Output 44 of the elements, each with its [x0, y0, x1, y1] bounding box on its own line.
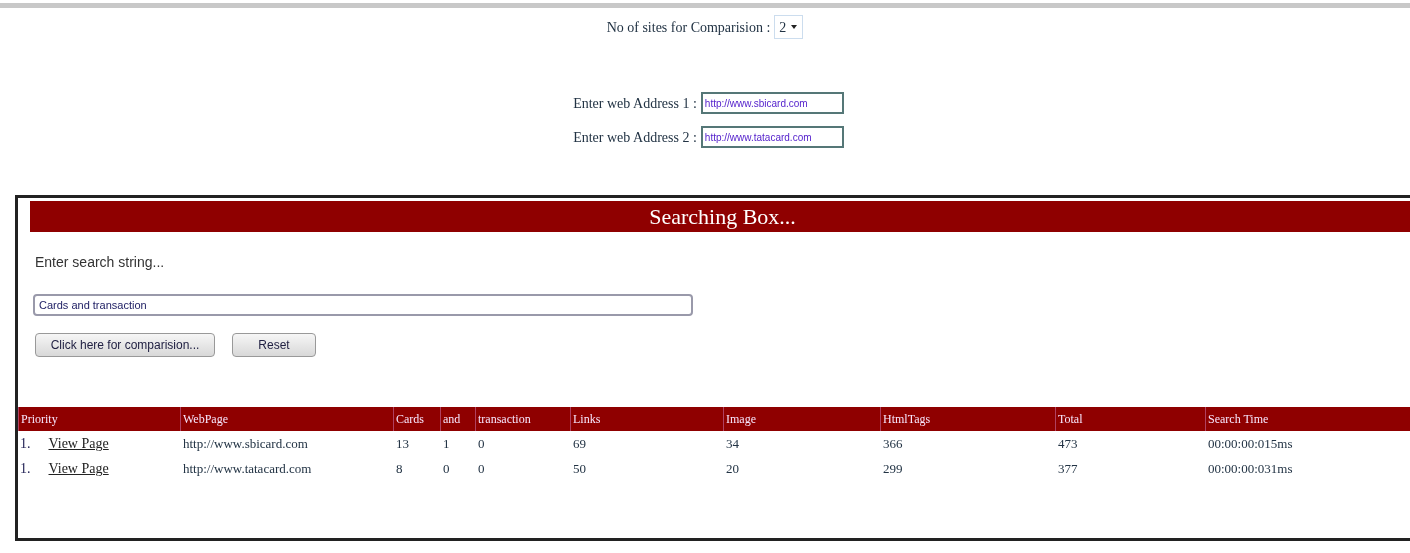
- field-label: Enter web Address 2 :: [573, 128, 697, 147]
- table-cell-text: 0: [477, 459, 486, 478]
- field-label: Enter web Address 1 :: [573, 94, 697, 113]
- table-cell-text: 50: [572, 459, 587, 478]
- view-page-link[interactable]: View Page: [48, 433, 109, 454]
- view-page-link[interactable]: View Page: [48, 458, 109, 479]
- table-cell-text: 00:00:00:031ms: [1207, 459, 1294, 478]
- table-cell-text: 8: [395, 459, 404, 478]
- caret-icon: [790, 24, 799, 30]
- column-header: HtmlTags: [880, 407, 1055, 431]
- column-header: Cards: [393, 407, 440, 431]
- panel-header: Searching Box...: [30, 201, 1410, 232]
- column-header: transaction: [475, 407, 570, 431]
- search-field[interactable]: Cards and transaction: [33, 294, 693, 316]
- table-cell-text: 0: [477, 434, 486, 453]
- table-cell-text: 69: [572, 434, 587, 453]
- column-header: Search Time: [1205, 407, 1410, 431]
- column-header: Image: [723, 407, 880, 431]
- action-button[interactable]: Click here for comparision...: [35, 333, 215, 357]
- action-button[interactable]: Reset: [232, 333, 316, 357]
- table-cell-text: 34: [725, 434, 740, 453]
- address-field[interactable]: http://www.sbicard.com: [700, 92, 844, 114]
- table-cell-text: 13: [395, 434, 410, 453]
- column-header: Priority: [18, 407, 180, 431]
- table-cell-text: 299: [882, 459, 904, 478]
- table-cell-text: http://www.sbicard.com: [182, 434, 309, 453]
- table-cell-text: 1: [442, 434, 451, 453]
- table-cell-text: 0: [442, 459, 451, 478]
- column-header: Total: [1055, 407, 1205, 431]
- address-field[interactable]: http://www.tatacard.com: [700, 126, 844, 148]
- priority-number: 1.: [20, 460, 31, 478]
- column-header: WebPage: [180, 407, 393, 431]
- table-cell-text: 377: [1057, 459, 1079, 478]
- table-cell-text: 473: [1057, 434, 1079, 453]
- column-header: Links: [570, 407, 723, 431]
- site-count-dropdown[interactable]: 2: [774, 15, 804, 39]
- priority-number: 1.: [20, 435, 31, 453]
- table-cell-text: 00:00:00:015ms: [1207, 434, 1294, 453]
- field-label: No of sites for Comparision :: [606, 18, 771, 37]
- prompt-text: Enter search string...: [35, 253, 166, 272]
- table-cell-text: http://www.tatacard.com: [182, 459, 313, 478]
- column-header: and: [440, 407, 475, 431]
- table-cell-text: 20: [725, 459, 740, 478]
- table-cell-text: 366: [882, 434, 904, 453]
